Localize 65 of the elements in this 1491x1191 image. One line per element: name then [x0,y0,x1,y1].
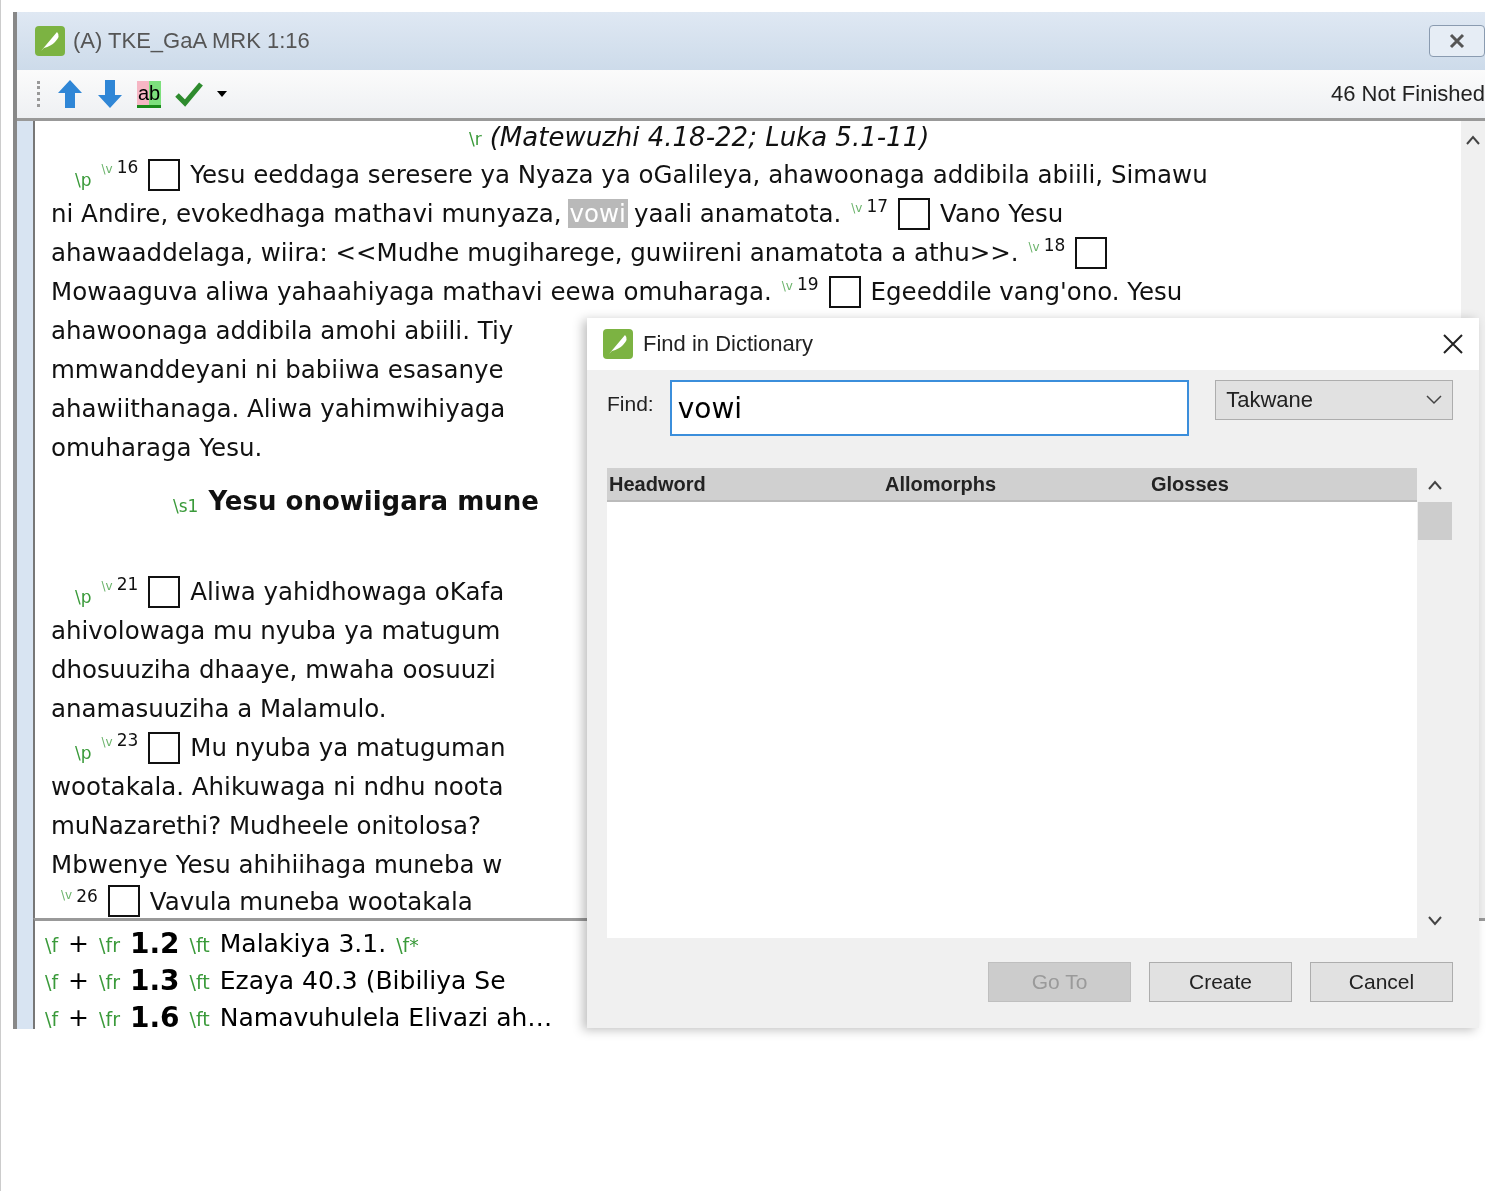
verse-text: Mbwenye Yesu ahihiihaga muneba w [51,850,503,879]
footnote-reference: 1.2 [129,927,180,960]
verse-text: + [68,966,90,995]
usfm-marker: \v [101,578,113,593]
verse-text: Mu nyuba ya matuguman [190,733,506,762]
usfm-marker: \fr [99,971,120,993]
verse-text: anamasuuziha a Malamulo. [51,694,387,723]
verse-text: Vano Yesu [940,199,1064,228]
usfm-marker: \fr [99,1008,120,1029]
usfm-marker: \v [61,888,73,902]
selected-word: vowi [567,199,628,228]
section-heading: Yesu onowiigara mune [208,485,539,516]
usfm-marker: \v [101,161,113,176]
usfm-marker: \ft [189,934,210,956]
usfm-marker: \p [75,587,92,607]
usfm-marker: \v [101,734,113,749]
verse-number: 19 [796,274,819,294]
find-label: Find: [607,392,654,416]
verse-text: Namavuhulela Elivazi ah… [219,1003,553,1029]
verse-number: 17 [866,196,889,216]
usfm-marker: \r [469,129,482,149]
usfm-marker: \f [45,971,59,993]
usfm-marker: \f [45,934,59,956]
verse-text: + [68,1003,90,1029]
verse-text: muNazarethi? Mudheele onitolosa? [51,811,481,840]
usfm-marker: \f [45,1008,59,1029]
usfm-marker: \fr [99,934,120,956]
verse-text: ahawoonaga addibila amohi abiili. Tiy [51,316,514,345]
usfm-marker: \p [75,170,92,190]
cross-reference: (Matewuzhi 4.18-22; Luka 5.1-11) [489,124,930,150]
verse-number: 18 [1043,235,1066,255]
verse-text: Egeeddile vang'ono. Yesu [870,277,1183,306]
verse-text: omuharaga Yesu. [51,433,263,462]
usfm-marker: \v [851,200,863,215]
verse-number: 23 [116,730,139,750]
verse-text: mmwanddeyani ni babiiwa esasanye [51,355,504,384]
verse-text: yaali anamatota. [633,199,842,228]
usfm-marker: \f* [396,934,419,956]
footnote-reference: 1.6 [129,1001,180,1029]
window-title: (A) TKE_GaA MRK 1:16 [73,28,310,54]
verse-text: ahawaaddelaga, wiira: <<Mudhe mugiharege, guwiireni anamatota a athu>>. [51,238,1019,267]
usfm-marker: \s1 [173,496,199,516]
verse-number: 26 [76,886,98,906]
verse-text: wootakala. Ahikuwaga ni ndhu noota [51,772,504,801]
verse-text: dhosuuziha dhaaye, mwaha oosuuzi [51,655,496,684]
verse-text: ahawiithanaga. Aliwa yahimwihiyaga [51,394,506,423]
usfm-marker: \p [75,743,92,763]
verse-text: Malakiya 3.1. [219,929,387,958]
verse-text: + [68,929,90,958]
verse-text: Yesu eeddaga seresere ya Nyaza ya oGalileya, ahawoonaga addibila abiili, Simawu [190,160,1208,189]
verse-text: ahivolowaga mu nyuba ya matugum [51,616,501,645]
verse-text: Mowaaguva aliwa yahaahiyaga mathavi eewa omuharaga. [51,277,772,306]
verse-text: ni Andire, evokedhaga mathavi munyaza, [51,199,562,228]
dialog-title: Find in Dictionary [643,331,813,357]
verse-text: Vavula muneba wootakala [149,886,473,916]
verse-number: 21 [116,574,139,594]
verse-text: Ezaya 40.3 (Bibiliya Se [219,966,506,995]
verse-text: Aliwa yahidhowaga oKafa [190,577,505,606]
usfm-marker: \v [781,278,793,293]
usfm-marker: \ft [189,971,210,993]
footnote-reference: 1.3 [129,964,180,997]
verse-number: 16 [116,157,139,177]
usfm-marker: \ft [189,1008,210,1029]
usfm-marker: \v [1028,239,1040,254]
status-text: 46 Not Finished [1330,81,1485,107]
